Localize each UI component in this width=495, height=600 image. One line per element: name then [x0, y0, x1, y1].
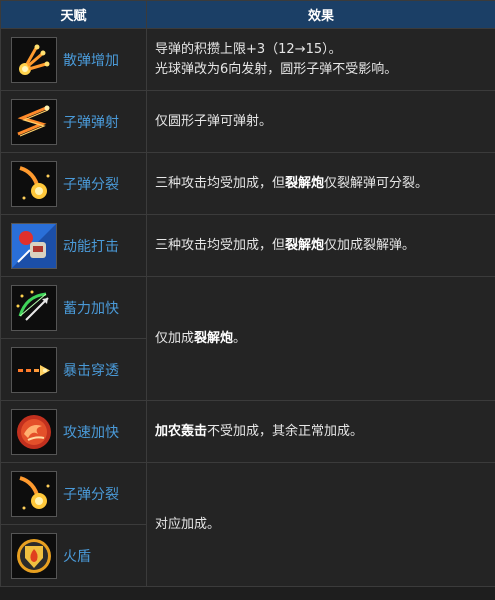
effect-text: 三种攻击均受加成，但 [155, 175, 286, 191]
talent-cell: 散弹增加 [0, 28, 147, 91]
crit-pierce-icon [11, 346, 57, 393]
effect-cell: 导弹的积攒上限+3（12→15）。 光球弹改为6向发射，圆形子弹不受影响。 [146, 28, 495, 91]
effect-text: 仅加成 [155, 330, 195, 346]
bow-charge-icon [11, 284, 57, 331]
table-row: 子弹分裂 对应加成。 [0, 462, 495, 587]
talent-cell: 子弹弹射 [0, 90, 147, 153]
table-header-row: 天赋 效果 [0, 0, 495, 29]
header-effect: 效果 [146, 0, 495, 29]
effect-text: 仅圆形子弹可弹射。 [155, 113, 273, 129]
effect-text: 仅加成裂解弹。 [324, 237, 416, 253]
kinetic-strike-icon [11, 222, 57, 269]
effect-bold-text: 裂解炮 [285, 237, 325, 253]
effect-cell: 加农轰击不受加成，其余正常加成。 [146, 400, 495, 463]
bullet-split-icon [11, 160, 57, 207]
effect-text: 不受加成，其余正常加成。 [207, 423, 364, 439]
table-row: 蓄力加快 仅加成裂解炮。 [0, 276, 495, 401]
talent-effect-table: 天赋 效果 散弹增加 导弹的积攒上限+3（12→15）。 光球弹改为6向发射，圆… [0, 0, 495, 587]
talent-cell: 动能打击 [0, 214, 147, 277]
talent-cell: 子弹分裂 [0, 152, 147, 215]
talent-name: 蓄力加快 [63, 300, 119, 317]
scatter-shot-icon [11, 36, 57, 83]
bullet-bounce-icon [11, 98, 57, 145]
effect-bold-text: 裂解炮 [194, 330, 234, 346]
bullet-split-icon [11, 470, 57, 517]
talent-name: 火盾 [63, 548, 91, 565]
fire-shield-icon [11, 532, 57, 579]
effect-text: 三种攻击均受加成，但 [155, 237, 286, 253]
effect-text: 导弹的积攒上限+3（12→15）。 [155, 41, 342, 57]
table-row: 子弹弹射 仅圆形子弹可弹射。 [0, 90, 495, 153]
talent-name: 攻速加快 [63, 424, 119, 441]
effect-cell: 三种攻击均受加成，但裂解炮仅加成裂解弹。 [146, 214, 495, 277]
talent-cell: 攻速加快 [0, 400, 147, 463]
talent-cell: 子弹分裂 [0, 462, 147, 525]
effect-text: 。 [233, 330, 247, 346]
talent-name: 子弹弹射 [63, 114, 119, 131]
effect-text: 仅裂解弹可分裂。 [324, 175, 429, 191]
effect-cell: 对应加成。 [146, 462, 495, 587]
effect-text: 光球弹改为6向发射，圆形子弹不受影响。 [155, 61, 398, 77]
effect-text: 对应加成。 [155, 516, 221, 532]
talent-name: 动能打击 [63, 238, 119, 255]
talent-cell: 火盾 [0, 524, 147, 587]
header-talent: 天赋 [0, 0, 147, 29]
talent-name: 散弹增加 [63, 52, 119, 69]
table-row: 散弹增加 导弹的积攒上限+3（12→15）。 光球弹改为6向发射，圆形子弹不受影… [0, 28, 495, 91]
effect-cell: 三种攻击均受加成，但裂解炮仅裂解弹可分裂。 [146, 152, 495, 215]
table-row: 子弹分裂 三种攻击均受加成，但裂解炮仅裂解弹可分裂。 [0, 152, 495, 215]
effect-bold-text: 加农轰击 [155, 423, 208, 439]
talent-cell: 暴击穿透 [0, 338, 147, 401]
attack-speed-icon [11, 408, 57, 455]
talent-name: 暴击穿透 [63, 362, 119, 379]
talent-name: 子弹分裂 [63, 176, 119, 193]
effect-bold-text: 裂解炮 [285, 175, 325, 191]
talent-name: 子弹分裂 [63, 486, 119, 503]
effect-cell: 仅圆形子弹可弹射。 [146, 90, 495, 153]
table-row: 攻速加快 加农轰击不受加成，其余正常加成。 [0, 400, 495, 463]
talent-cell: 蓄力加快 [0, 276, 147, 339]
effect-cell: 仅加成裂解炮。 [146, 276, 495, 401]
table-row: 动能打击 三种攻击均受加成，但裂解炮仅加成裂解弹。 [0, 214, 495, 277]
